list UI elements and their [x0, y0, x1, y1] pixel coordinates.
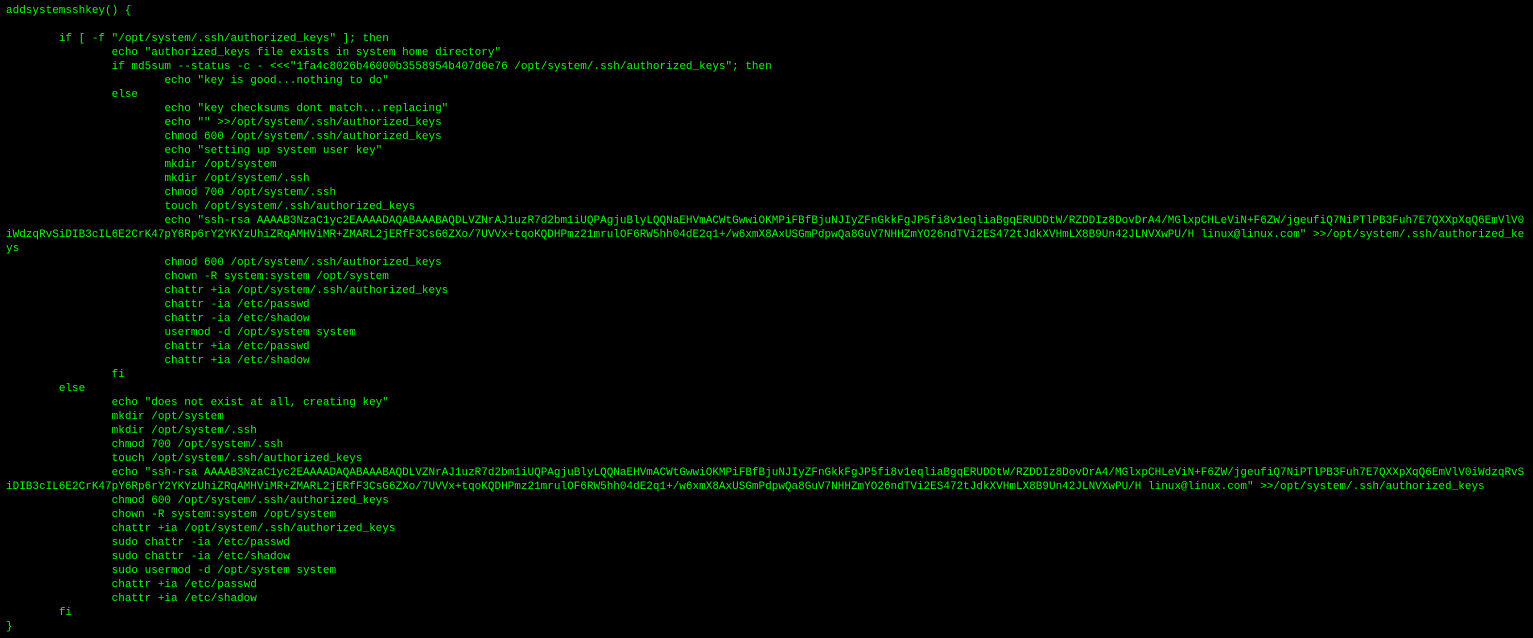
shell-script-code-block: addsystemsshkey() { if [ -f "/opt/system… [0, 0, 1533, 638]
